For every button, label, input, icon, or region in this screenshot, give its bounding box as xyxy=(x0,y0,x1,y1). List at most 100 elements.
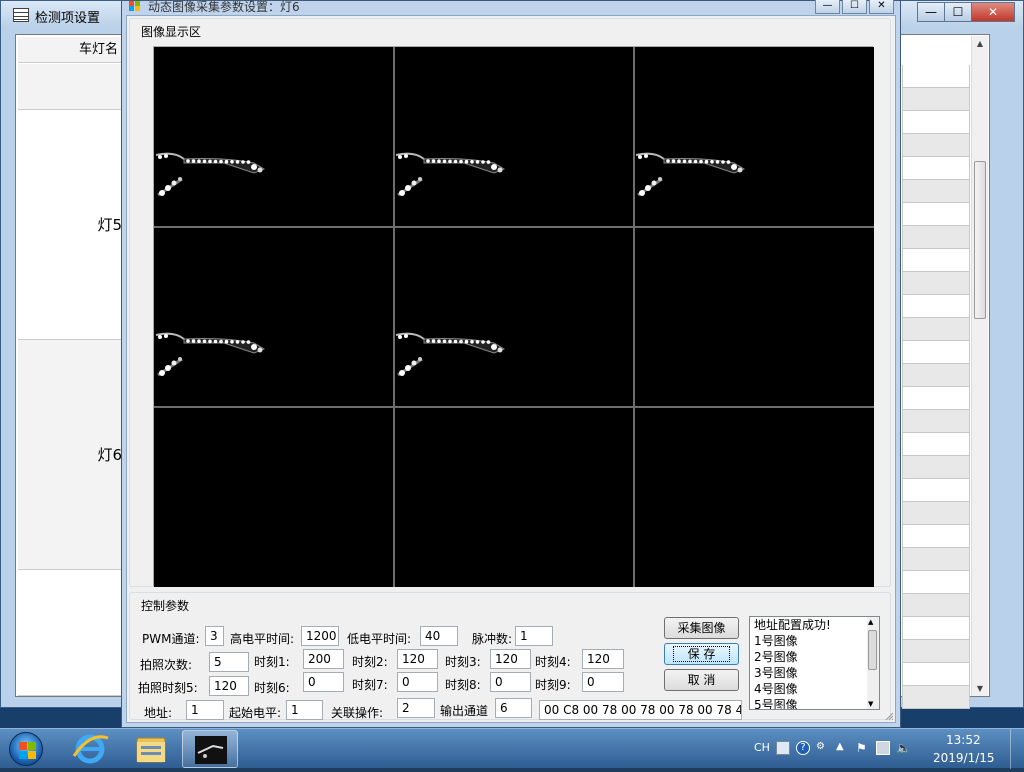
headlamp-image xyxy=(634,151,754,221)
start-level-input[interactable]: 1 xyxy=(286,700,323,720)
pwm-channel-input[interactable]: 3 xyxy=(205,626,224,646)
internet-explorer-icon xyxy=(72,734,109,764)
maximize-button[interactable]: ☐ xyxy=(944,2,972,22)
capture-image-button[interactable]: 采集图像 xyxy=(664,617,739,639)
log-item[interactable]: 地址配置成功! xyxy=(750,617,879,633)
dialog-minimize-button[interactable]: — xyxy=(815,0,840,14)
log-item[interactable]: 3号图像 xyxy=(750,665,879,681)
high-time-label: 高电平时间: xyxy=(230,632,295,646)
image-cell-4[interactable] xyxy=(154,227,394,407)
save-button[interactable]: 保 存 xyxy=(664,643,739,665)
scroll-thumb[interactable] xyxy=(974,161,986,319)
output-channel-label: 输出通道 xyxy=(440,704,489,718)
windows-logo-icon xyxy=(9,732,43,766)
time4-input[interactable]: 120 xyxy=(582,649,624,669)
volume-muted-icon[interactable]: 🔈 xyxy=(896,741,911,755)
linked-op-label: 关联操作: xyxy=(331,706,384,720)
log-item[interactable]: 5号图像 xyxy=(750,697,879,709)
image-cell-9[interactable] xyxy=(634,407,874,587)
grid-divider xyxy=(393,47,395,587)
low-time-input[interactable]: 40 xyxy=(420,626,458,646)
camera-app-icon xyxy=(195,736,227,764)
log-item[interactable]: 4号图像 xyxy=(750,681,879,697)
image-display-area[interactable] xyxy=(153,46,874,587)
log-listbox[interactable]: 地址配置成功! 1号图像 2号图像 3号图像 4号图像 5号图像 ▲ ▼ xyxy=(749,616,880,710)
help-icon[interactable]: ? xyxy=(796,741,810,755)
input-language-indicator[interactable]: CH xyxy=(754,741,770,754)
dialog-title: 动态图像采集参数设置：灯6 xyxy=(148,0,300,14)
ime-options-icon[interactable]: ⚙ xyxy=(816,741,830,755)
clock-date[interactable]: 2019/1/15 xyxy=(933,751,995,765)
time7-label: 时刻7: xyxy=(352,678,388,692)
start-button[interactable] xyxy=(4,730,48,768)
time1-input[interactable]: 200 xyxy=(303,649,344,669)
image-cell-8[interactable] xyxy=(394,407,634,587)
control-params-title: 控制参数 xyxy=(139,597,192,614)
time1-label: 时刻1: xyxy=(254,655,290,669)
time7-input[interactable]: 0 xyxy=(397,672,438,692)
log-item[interactable]: 2号图像 xyxy=(750,649,879,665)
log-scrollbar[interactable]: ▲ ▼ xyxy=(867,617,879,709)
scroll-up-arrow-icon[interactable]: ▲ xyxy=(972,39,988,48)
image-display-title: 图像显示区 xyxy=(139,23,204,40)
table-row-lamp6[interactable]: 灯6 xyxy=(18,340,124,570)
table-row[interactable] xyxy=(18,64,124,110)
output-channel-input[interactable]: 6 xyxy=(495,698,532,718)
image-cell-7[interactable] xyxy=(154,407,394,587)
time8-input[interactable]: 0 xyxy=(490,672,531,692)
taskbar-camera-app[interactable] xyxy=(182,730,238,768)
pulse-count-input[interactable]: 1 xyxy=(515,626,553,646)
address-input[interactable]: 1 xyxy=(186,700,224,720)
log-item[interactable]: 1号图像 xyxy=(750,633,879,649)
column-header-lamp-name[interactable]: 车灯名 xyxy=(18,37,124,63)
minimize-button[interactable]: — xyxy=(917,2,945,22)
grid-divider xyxy=(633,47,635,587)
table-row-lamp5[interactable]: 灯5 xyxy=(18,110,124,340)
time6-label: 时刻6: xyxy=(254,681,290,695)
save-button-label: 保 存 xyxy=(672,646,731,662)
show-hidden-icons-icon[interactable]: ▲ xyxy=(836,741,850,755)
close-button[interactable]: ✕ xyxy=(971,2,1015,22)
dialog-close-button[interactable]: ✕ xyxy=(869,0,894,14)
taskbar: CH ? ⚙ ▲ ⚑ 🔈 13:52 2019/1/15 xyxy=(0,728,1024,769)
clock-time[interactable]: 13:52 xyxy=(946,733,981,747)
hex-command-output[interactable]: 00 C8 00 78 00 78 00 78 00 78 41 xyxy=(539,700,742,720)
taskbar-internet-explorer[interactable] xyxy=(62,730,118,768)
shot-count-input[interactable]: 5 xyxy=(209,652,249,672)
background-window-title: 检测项设置 xyxy=(35,11,101,26)
taskbar-file-explorer[interactable] xyxy=(123,730,179,768)
table-icon xyxy=(13,8,29,22)
time6-input[interactable]: 0 xyxy=(303,672,344,692)
pwm-channel-label: PWM通道: xyxy=(142,632,200,646)
scroll-down-arrow-icon[interactable]: ▼ xyxy=(972,684,988,693)
scroll-down-arrow-icon[interactable]: ▼ xyxy=(868,700,873,708)
image-cell-1[interactable] xyxy=(154,47,394,227)
scroll-up-arrow-icon[interactable]: ▲ xyxy=(868,618,873,626)
log-scroll-thumb[interactable] xyxy=(868,630,877,670)
image-cell-5[interactable] xyxy=(394,227,634,407)
time2-label: 时刻2: xyxy=(352,655,388,669)
show-desktop-button[interactable] xyxy=(1010,729,1024,769)
dialog-titlebar[interactable]: 动态图像采集参数设置：灯6 — ☐ ✕ xyxy=(122,0,900,15)
network-icon[interactable] xyxy=(876,741,890,755)
time9-label: 时刻9: xyxy=(535,678,571,692)
table-scrollbar[interactable]: ▲ ▼ xyxy=(971,36,988,696)
table-right-columns[interactable] xyxy=(902,65,970,709)
keyboard-icon[interactable] xyxy=(776,741,790,755)
linked-op-input[interactable]: 2 xyxy=(397,698,435,718)
shot-time5-input[interactable]: 120 xyxy=(209,676,249,696)
image-cell-6[interactable] xyxy=(634,227,874,407)
table-row[interactable] xyxy=(18,570,124,696)
headlamp-image xyxy=(394,331,514,401)
cancel-button[interactable]: 取 消 xyxy=(664,669,739,691)
resize-grip-icon[interactable] xyxy=(884,711,894,721)
high-time-input[interactable]: 1200 xyxy=(301,626,339,646)
time2-input[interactable]: 120 xyxy=(397,649,438,669)
image-cell-2[interactable] xyxy=(394,47,634,227)
dialog-maximize-button[interactable]: ☐ xyxy=(842,0,867,14)
flag-icon[interactable]: ⚑ xyxy=(856,741,870,755)
time4-label: 时刻4: xyxy=(535,655,571,669)
time3-input[interactable]: 120 xyxy=(490,649,531,669)
image-cell-3[interactable] xyxy=(634,47,874,227)
time9-input[interactable]: 0 xyxy=(582,672,624,692)
